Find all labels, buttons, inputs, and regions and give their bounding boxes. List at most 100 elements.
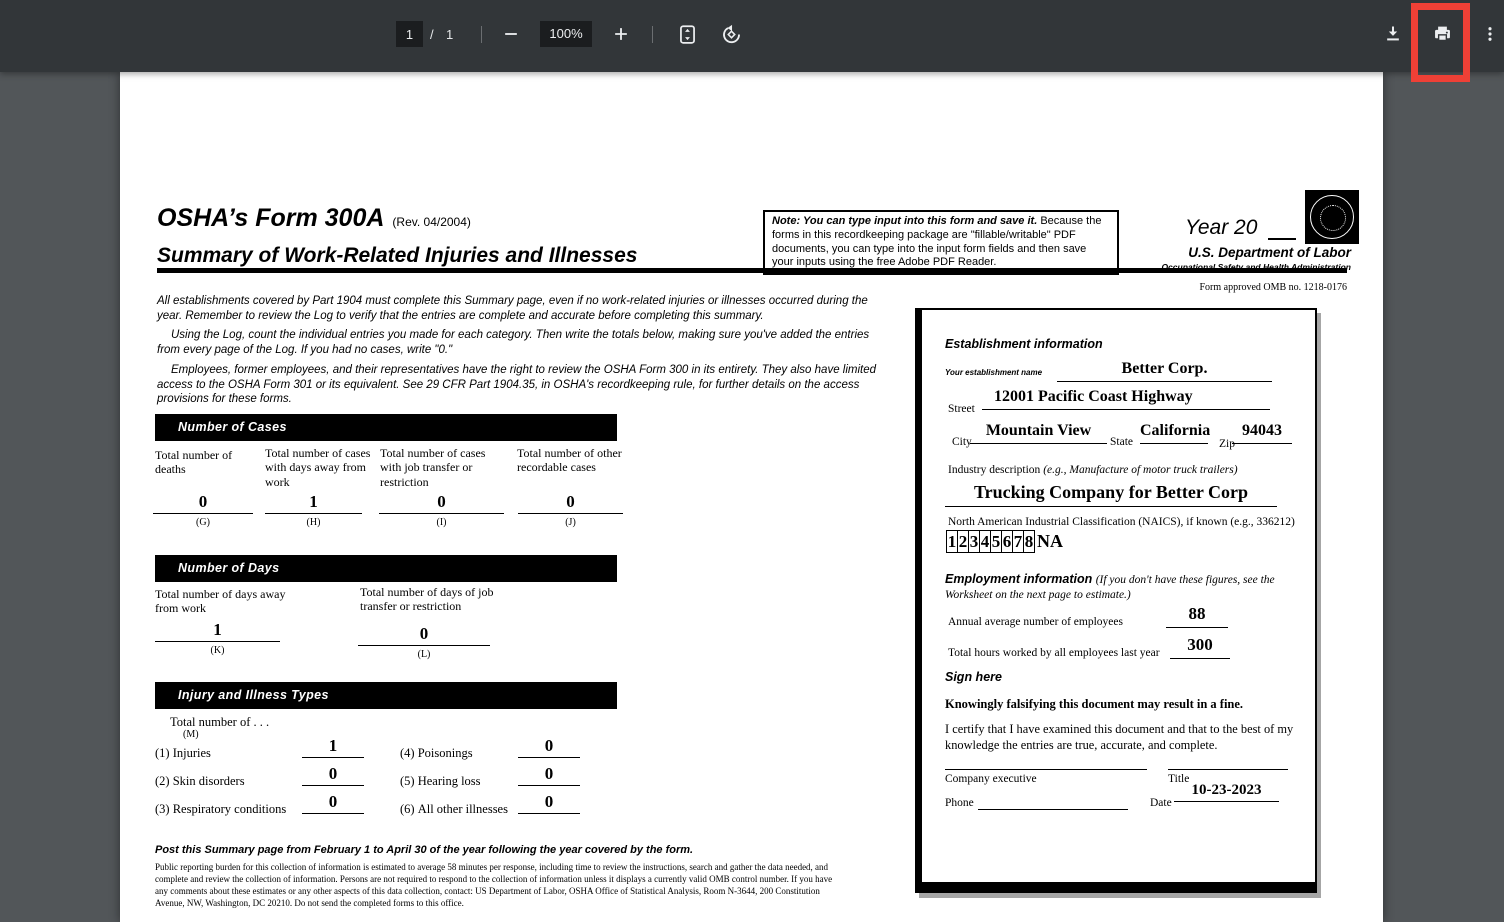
intro-paragraph-1: All establishments covered by Part 1904 … xyxy=(157,294,883,323)
cases-deaths-letter: (G) xyxy=(153,517,253,528)
year-label: Year 20 xyxy=(1185,216,1257,240)
omb-approval: Form approved OMB no. 1218-0176 xyxy=(1020,282,1347,293)
establishment-name-label: Your establishment name xyxy=(945,368,1042,377)
phone-line xyxy=(978,809,1128,810)
note-title: Note: You can type input into this form … xyxy=(772,215,1037,227)
days-away-label: Total number of days away from work xyxy=(155,587,305,616)
section-header-number-of-days: Number of Days xyxy=(155,555,617,582)
days-away-letter: (K) xyxy=(155,645,280,656)
row-label: Hearing loss xyxy=(418,774,481,788)
street-label: Street xyxy=(948,403,975,415)
zoom-in-icon xyxy=(611,24,631,44)
other-illnesses-value: 0 xyxy=(518,792,580,814)
date-value: 10-23-2023 xyxy=(1174,782,1279,802)
respiratory-value: 0 xyxy=(302,792,364,814)
cases-days-away-letter: (H) xyxy=(265,517,362,528)
establishment-box: Establishment information Your establish… xyxy=(915,308,1317,893)
cases-other-label: Total number of other recordable cases xyxy=(517,446,625,475)
department-sub-label: Occupational Safety and Health Administr… xyxy=(970,262,1351,272)
injuries-value: 1 xyxy=(302,736,364,758)
intro-paragraphs: All establishments covered by Part 1904 … xyxy=(157,294,883,407)
print-button[interactable] xyxy=(1427,21,1457,47)
fit-to-page-button[interactable] xyxy=(672,21,702,47)
download-icon xyxy=(1383,24,1403,44)
cases-deaths-value: 0 xyxy=(153,492,253,514)
days-transfer-value: 0 xyxy=(358,624,490,646)
intro-paragraph-2: Using the Log, count the individual entr… xyxy=(157,328,883,357)
post-summary-note: Post this Summary page from February 1 t… xyxy=(155,844,693,856)
rotate-button[interactable] xyxy=(716,21,746,47)
download-button[interactable] xyxy=(1378,21,1408,47)
establishment-name-value: Better Corp. xyxy=(1057,360,1272,382)
city-label: City xyxy=(952,436,972,448)
days-transfer-label: Total number of days of job transfer or … xyxy=(360,585,530,614)
toolbar-separator xyxy=(652,26,653,43)
row-label: All other illnesses xyxy=(418,802,508,816)
zoom-out-icon xyxy=(501,24,521,44)
row-num: (5) xyxy=(400,774,415,788)
city-value: Mountain View xyxy=(970,422,1107,444)
zip-value: 94043 xyxy=(1232,422,1292,444)
pdf-toolbar: / 1 100% xyxy=(0,0,1504,72)
row-num: (6) xyxy=(400,802,415,816)
page-number-input[interactable] xyxy=(396,21,423,47)
row-label: Injuries xyxy=(173,746,211,760)
cases-days-away-label: Total number of cases with days away fro… xyxy=(265,446,381,489)
phone-label: Phone xyxy=(945,797,974,809)
more-options-button[interactable] xyxy=(1475,21,1504,47)
naics-digit: 8 xyxy=(1023,530,1035,553)
hours-label: Total hours worked by all employees last… xyxy=(948,647,1160,659)
year-blank-line xyxy=(1268,238,1296,240)
rotate-counterclockwise-icon xyxy=(721,24,742,45)
employees-label: Annual average number of employees xyxy=(948,616,1123,628)
fit-to-page-icon xyxy=(677,24,698,45)
poisonings-value: 0 xyxy=(518,736,580,758)
dol-seal-icon xyxy=(1305,190,1359,244)
cases-deaths-field: 0 (G) xyxy=(153,492,253,528)
types-total-label: Total number of . . . xyxy=(170,715,269,730)
printer-icon xyxy=(1432,24,1453,45)
cases-days-away-value: 1 xyxy=(265,492,362,514)
naics-field: 1 2 3 4 5 6 7 8 NA xyxy=(946,530,1063,553)
days-away-value: 1 xyxy=(155,620,280,642)
industry-description-label: Industry description (e.g., Manufacture … xyxy=(948,464,1238,476)
row-num: (1) xyxy=(155,746,170,760)
zip-label: Zip xyxy=(1219,438,1235,450)
cases-days-away-field: 1 (H) xyxy=(265,492,362,528)
row-num: (3) xyxy=(155,802,170,816)
zoom-out-button[interactable] xyxy=(496,21,526,47)
days-away-field: 1 (K) xyxy=(155,620,280,656)
row-num: (2) xyxy=(155,774,170,788)
date-label: Date xyxy=(1150,797,1172,809)
department-label: U.S. Department of Labor xyxy=(970,245,1351,260)
row-label: Poisonings xyxy=(418,746,473,760)
form-title-text: OSHA’s Form 300A xyxy=(157,204,384,232)
establishment-header: Establishment information xyxy=(945,337,1103,351)
certify-statement: I certify that I have examined this docu… xyxy=(945,721,1297,753)
toolbar-separator xyxy=(481,26,482,43)
section-header-injury-illness-types: Injury and Illness Types xyxy=(155,682,617,709)
form-revision: (Rev. 04/2004) xyxy=(392,215,471,229)
row-label: Respiratory conditions xyxy=(173,802,287,816)
days-transfer-letter: (L) xyxy=(358,649,490,660)
zoom-in-button[interactable] xyxy=(606,21,636,47)
row-num: (4) xyxy=(400,746,415,760)
cases-other-value: 0 xyxy=(518,492,623,514)
illness-row: (3) Respiratory conditions 0 (6) All oth… xyxy=(155,792,587,824)
industry-description-value: Trucking Company for Better Corp xyxy=(945,482,1277,507)
skin-disorders-value: 0 xyxy=(302,764,364,786)
cases-deaths-label: Total number of deaths xyxy=(155,448,255,477)
hearing-loss-value: 0 xyxy=(518,764,580,786)
more-vertical-icon xyxy=(1481,24,1499,44)
cases-transfer-letter: (I) xyxy=(379,517,504,528)
form-title: OSHA’s Form 300A (Rev. 04/2004) xyxy=(157,204,471,233)
state-value: California xyxy=(1140,422,1208,444)
title-line xyxy=(1168,769,1288,770)
cases-other-letter: (J) xyxy=(518,517,623,528)
state-label: State xyxy=(1110,436,1133,448)
falsification-warning: Knowingly falsifying this document may r… xyxy=(945,697,1243,712)
cases-other-field: 0 (J) xyxy=(518,492,623,528)
zoom-level[interactable]: 100% xyxy=(540,21,592,47)
sign-here-header: Sign here xyxy=(945,670,1002,684)
row-label: Skin disorders xyxy=(173,774,245,788)
